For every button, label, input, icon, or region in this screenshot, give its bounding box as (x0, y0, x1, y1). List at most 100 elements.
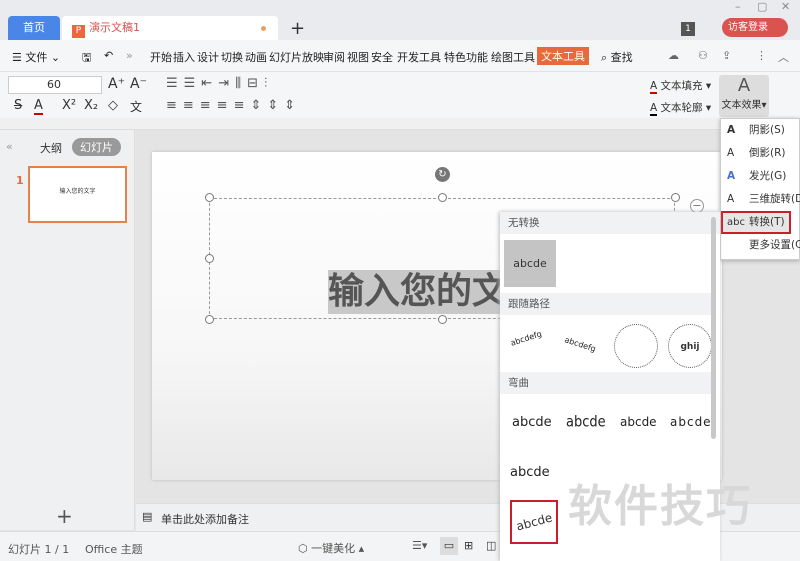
tab-outline[interactable]: 大纲 (40, 140, 62, 156)
beautify-button[interactable]: ⬡ 一键美化 ▴ (298, 540, 364, 556)
undo-icon[interactable]: ↶ (104, 49, 113, 62)
path-circle[interactable] (614, 324, 658, 368)
menu-item-transform[interactable]: abc 转换(T) (721, 211, 791, 234)
menu-review[interactable]: 审阅 (323, 49, 345, 65)
search-button[interactable]: ⌕ 查找 (601, 49, 633, 65)
new-tab-button[interactable]: + (290, 18, 305, 39)
file-label: 文件 (25, 51, 48, 64)
text-fill-button[interactable]: A 文本填充 ▾ (650, 78, 711, 94)
ribbon: 60 A⁺ A⁻ S A X² X₂ ◇ 文 ☰☰⇤⇥⫼⊟⫶ ≡≡≡≡≡⇕⇕⇕ … (0, 72, 800, 188)
section-no-transform: 无转换 (500, 212, 720, 234)
warp-option-1[interactable]: abcde (512, 415, 552, 430)
align-icons[interactable]: ≡≡≡≡≡⇕⇕⇕ (166, 98, 301, 113)
sorter-view-icon[interactable]: ⊞ (464, 539, 473, 552)
strikethrough-icon[interactable]: S (14, 98, 22, 113)
menu-item-3d-rotation[interactable]: A 三维旋转(D) (721, 188, 800, 211)
rotate-handle-icon[interactable]: ↻ (435, 167, 450, 182)
subscript-icon[interactable]: X₂ (84, 98, 98, 113)
menu-developer[interactable]: 开发工具 (397, 49, 441, 65)
text-fill-label: 文本填充 (660, 80, 703, 92)
transform-none-option[interactable]: abcde (504, 240, 556, 287)
text-effect-button[interactable]: A 文本效果▾ (719, 75, 769, 117)
tab-slides[interactable]: 幻灯片 (72, 138, 121, 156)
tab-document[interactable]: P 演示文稿1 (62, 16, 278, 40)
menu-bar: ☰ 文件 ⌄ 🖫 ↶ » 开始 插入 设计 切换 动画 幻灯片放映 审阅 视图 … (0, 40, 800, 72)
warp-option-5[interactable]: abcde (510, 465, 550, 480)
path-arch-down[interactable]: abcdefg (563, 335, 596, 354)
warp-option-3[interactable]: abcde (620, 415, 657, 429)
resize-handle[interactable] (205, 193, 214, 202)
warp-option-4[interactable]: abcde (670, 415, 712, 429)
path-button[interactable]: ghij (668, 324, 712, 368)
menu-features[interactable]: 特色功能 (444, 49, 488, 65)
path-arch-up[interactable]: abcdefg (509, 329, 542, 348)
reflection-icon: A (727, 147, 735, 159)
decrease-font-icon[interactable]: A⁻ (130, 76, 147, 92)
notes-toggle-icon[interactable]: ☰▾ (412, 539, 427, 552)
resize-handle[interactable] (205, 315, 214, 324)
save-icon[interactable]: 🖫 (82, 49, 91, 68)
collapse-ribbon-icon[interactable]: ︿ (778, 49, 789, 65)
normal-view-icon[interactable]: ▭ (440, 537, 458, 555)
doc-title: 演示文稿1 (89, 21, 140, 34)
menu-item-more-settings[interactable]: 更多设置(C) (721, 234, 800, 257)
theme-name[interactable]: Office 主题 (85, 541, 143, 557)
section-follow-path: 跟随路径 (500, 293, 712, 315)
collapse-panel-icon[interactable]: « (6, 140, 13, 153)
font-color-icon[interactable]: A (34, 98, 43, 115)
menu-start[interactable]: 开始 (150, 49, 172, 65)
phonetic-icon[interactable]: 文 (130, 98, 142, 115)
label: 倒影(R) (749, 147, 786, 159)
panel-scrollbar[interactable] (711, 217, 716, 439)
menu-transition[interactable]: 切换 (221, 49, 243, 65)
menu-drawing-tools[interactable]: 绘图工具 (491, 49, 535, 65)
slide-thumbnail[interactable]: 输入您的文字 (28, 166, 127, 223)
label: 阴影(S) (749, 124, 785, 136)
resize-handle[interactable] (438, 193, 447, 202)
menu-animation[interactable]: 动画 (245, 49, 267, 65)
clear-format-icon[interactable]: ◇ (108, 98, 118, 113)
reading-view-icon[interactable]: ◫ (486, 539, 496, 552)
export-icon[interactable]: ⇪ (722, 49, 731, 62)
label: 发光(G) (749, 170, 787, 182)
minimize-button[interactable]: – (735, 0, 741, 13)
increase-font-icon[interactable]: A⁺ (108, 76, 125, 92)
slide-text[interactable]: 输入您的文 (328, 270, 509, 314)
ribbon-bottom (0, 118, 800, 130)
login-button[interactable]: 访客登录 (722, 18, 788, 37)
menu-view[interactable]: 视图 (347, 49, 369, 65)
maximize-button[interactable]: ▢ (757, 0, 767, 13)
resize-handle[interactable] (438, 315, 447, 324)
window-count-badge[interactable]: 1 (681, 22, 695, 36)
text-outline-button[interactable]: A 文本轮廓 ▾ (650, 100, 711, 116)
resize-handle[interactable] (671, 193, 680, 202)
cloud-icon[interactable]: ☁ (668, 49, 679, 62)
warp-arch-option[interactable]: abcde (510, 500, 558, 544)
menu-slideshow[interactable]: 幻灯片放映 (269, 49, 324, 65)
menu-item-shadow[interactable]: A 阴影(S) (721, 119, 799, 142)
superscript-icon[interactable]: X² (62, 98, 76, 113)
menu-security[interactable]: 安全 (371, 49, 393, 65)
menu-text-tools[interactable]: 文本工具 (537, 47, 589, 65)
add-slide-button[interactable]: + (56, 504, 73, 528)
more-options-icon[interactable]: ⋮ (756, 49, 767, 62)
tab-home[interactable]: 首页 (8, 16, 60, 40)
glow-icon: A (727, 170, 736, 182)
more-icon[interactable]: » (126, 49, 133, 62)
menu-design[interactable]: 设计 (197, 49, 219, 65)
outline-icon: A (650, 102, 658, 116)
search-label: 查找 (610, 51, 633, 64)
file-menu[interactable]: ☰ 文件 ⌄ (12, 49, 60, 65)
label: 三维旋转(D) (749, 193, 800, 205)
resize-handle[interactable] (205, 254, 214, 263)
close-button[interactable]: ✕ (781, 0, 790, 13)
collapse-icon[interactable]: − (690, 199, 704, 213)
share-user-icon[interactable]: ⚇ (698, 49, 708, 62)
list-icons[interactable]: ☰☰⇤⇥⫼⊟⫶ (166, 76, 273, 91)
menu-item-glow[interactable]: A 发光(G) (721, 165, 799, 188)
notes-placeholder[interactable]: 单击此处添加备注 (161, 511, 249, 527)
font-size-select[interactable]: 60 (8, 76, 102, 94)
menu-insert[interactable]: 插入 (173, 49, 195, 65)
menu-item-reflection[interactable]: A 倒影(R) (721, 142, 799, 165)
warp-option-2[interactable]: abcde (566, 414, 606, 431)
